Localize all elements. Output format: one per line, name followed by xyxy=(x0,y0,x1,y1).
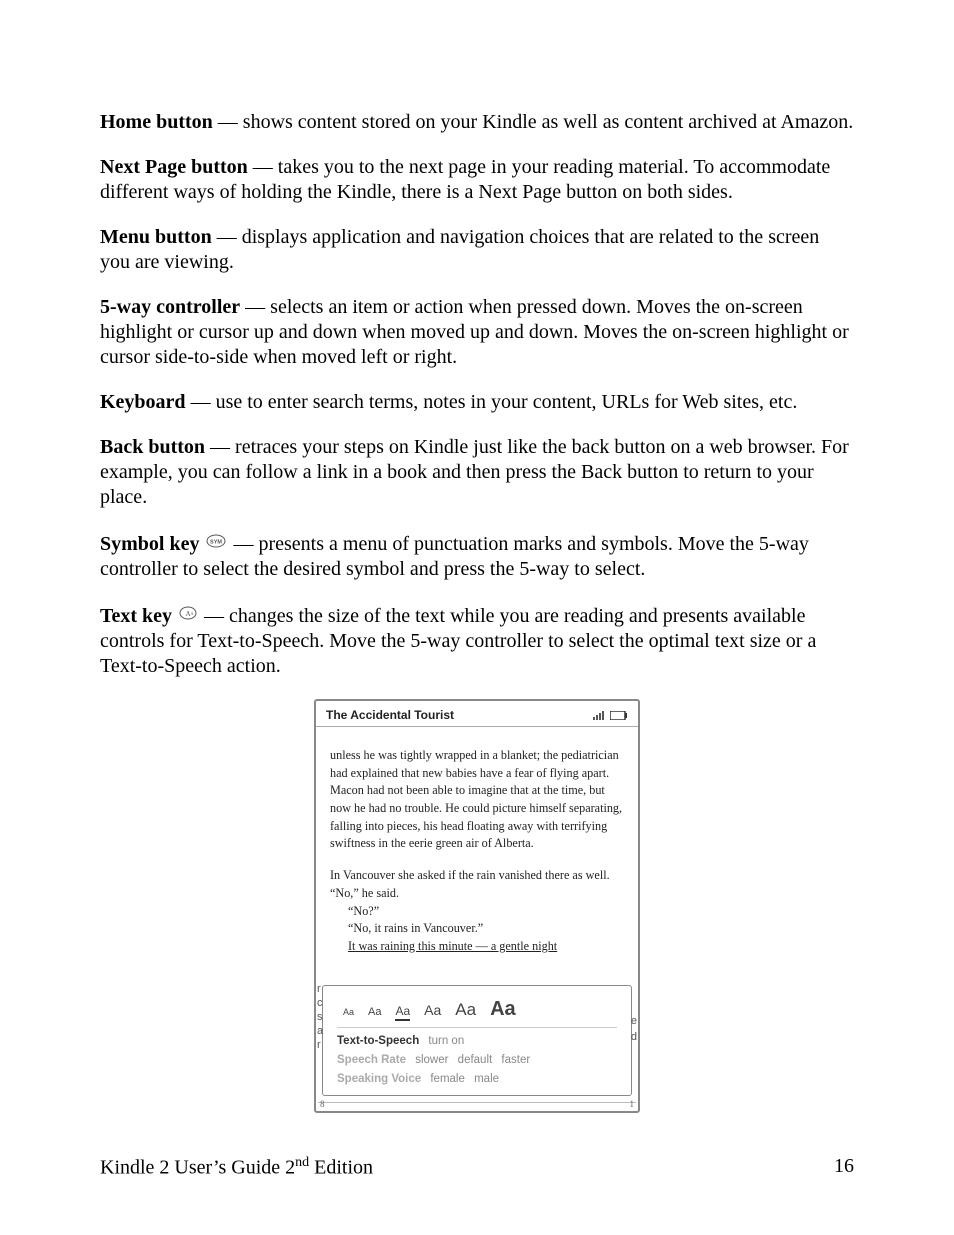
def-text: — changes the size of the text while you… xyxy=(100,605,816,677)
font-size-option-6[interactable]: Aa xyxy=(490,998,516,1021)
kindle-para-1: unless he was tightly wrapped in a blank… xyxy=(330,747,624,853)
def-symbol: Symbol key SYM — presents a menu of punc… xyxy=(100,530,854,582)
sym-key-icon: SYM xyxy=(206,530,226,555)
font-size-option-4[interactable]: Aa xyxy=(424,1002,441,1018)
font-size-row: Aa Aa Aa Aa Aa Aa xyxy=(337,992,617,1028)
term: Home button xyxy=(100,111,213,133)
def-home: Home button — shows content stored on yo… xyxy=(100,110,854,135)
page-footer: Kindle 2 User’s Guide 2nd Edition 16 xyxy=(100,1155,854,1180)
font-size-option-1[interactable]: Aa xyxy=(343,1007,354,1017)
tts-row: Text-to-Speech turn on xyxy=(337,1028,617,1047)
battery-icon xyxy=(610,711,628,720)
progress-end: 1 xyxy=(630,1099,635,1109)
rate-default[interactable]: default xyxy=(458,1054,493,1066)
footer-text-b: Edition xyxy=(309,1157,373,1179)
term: Next Page button xyxy=(100,156,248,178)
footer-title: Kindle 2 User’s Guide 2nd Edition xyxy=(100,1155,373,1180)
svg-text:A: A xyxy=(191,611,194,616)
font-size-option-3[interactable]: Aa xyxy=(395,1004,410,1021)
kindle-text-area: unless he was tightly wrapped in a blank… xyxy=(316,727,638,987)
def-text: — use to enter search terms, notes in yo… xyxy=(186,391,798,413)
footer-sup: nd xyxy=(295,1155,309,1170)
voice-label: Speaking Voice xyxy=(337,1073,421,1085)
page-content: Home button — shows content stored on yo… xyxy=(0,0,954,1113)
term: Text key xyxy=(100,605,172,627)
rate-faster[interactable]: faster xyxy=(501,1054,530,1066)
speech-rate-row: Speech Rate slower default faster xyxy=(337,1047,617,1066)
kindle-book-title: The Accidental Tourist xyxy=(326,708,454,722)
voice-female[interactable]: female xyxy=(430,1073,465,1085)
text-key-icon: AA xyxy=(179,602,197,627)
gutter-letter: c xyxy=(317,996,323,1010)
page-number: 16 xyxy=(834,1155,854,1180)
kindle-para-2c: “No, it rains in Vancouver.” xyxy=(330,920,624,938)
gutter-letter: d xyxy=(631,1030,637,1044)
gutter-left: r c s a r xyxy=(317,982,323,1052)
def-text: — shows content stored on your Kindle as… xyxy=(213,111,853,133)
svg-text:SYM: SYM xyxy=(211,540,223,546)
def-text-key: Text key AA — changes the size of the te… xyxy=(100,602,854,679)
term: Keyboard xyxy=(100,391,186,413)
gutter-right: e d xyxy=(631,1014,637,1044)
kindle-progress-bar: 8 1 xyxy=(318,1102,636,1111)
def-menu: Menu button — displays application and n… xyxy=(100,225,854,275)
def-text: — retraces your steps on Kindle just lik… xyxy=(100,436,849,508)
speaking-voice-row: Speaking Voice female male xyxy=(337,1066,617,1085)
kindle-para-2a: In Vancouver she asked if the rain vanis… xyxy=(330,867,624,902)
progress-start: 8 xyxy=(320,1099,325,1109)
voice-male[interactable]: male xyxy=(474,1073,499,1085)
kindle-para-2d: It was raining this minute — a gentle ni… xyxy=(330,938,624,956)
kindle-screenshot: The Accidental Tourist unless he was tig… xyxy=(314,699,640,1113)
gutter-letter: s xyxy=(317,1010,323,1024)
term: 5-way controller xyxy=(100,296,240,318)
kindle-status-icons xyxy=(593,710,628,720)
def-back: Back button — retraces your steps on Kin… xyxy=(100,435,854,510)
def-5way: 5-way controller — selects an item or ac… xyxy=(100,295,854,370)
kindle-para-2b: “No?” xyxy=(330,903,624,921)
gutter-letter: r xyxy=(317,1038,323,1052)
tts-label: Text-to-Speech xyxy=(337,1035,419,1047)
kindle-text-size-popup: r c s a r e d Aa Aa Aa Aa Aa Aa Text-to-… xyxy=(322,985,632,1096)
def-keyboard: Keyboard — use to enter search terms, no… xyxy=(100,390,854,415)
font-size-option-5[interactable]: Aa xyxy=(455,1000,476,1020)
gutter-letter: e xyxy=(631,1014,637,1028)
speech-rate-label: Speech Rate xyxy=(337,1054,406,1066)
def-next-page: Next Page button — takes you to the next… xyxy=(100,155,854,205)
footer-text-a: Kindle 2 User’s Guide 2 xyxy=(100,1157,295,1179)
term: Symbol key xyxy=(100,533,199,555)
term: Menu button xyxy=(100,226,212,248)
rate-slower[interactable]: slower xyxy=(415,1054,448,1066)
term: Back button xyxy=(100,436,205,458)
font-size-option-2[interactable]: Aa xyxy=(368,1006,381,1018)
signal-icon xyxy=(593,710,604,720)
tts-turn-on[interactable]: turn on xyxy=(428,1035,464,1047)
gutter-letter: r xyxy=(317,982,323,996)
gutter-letter: a xyxy=(317,1024,323,1038)
kindle-header: The Accidental Tourist xyxy=(316,701,638,727)
